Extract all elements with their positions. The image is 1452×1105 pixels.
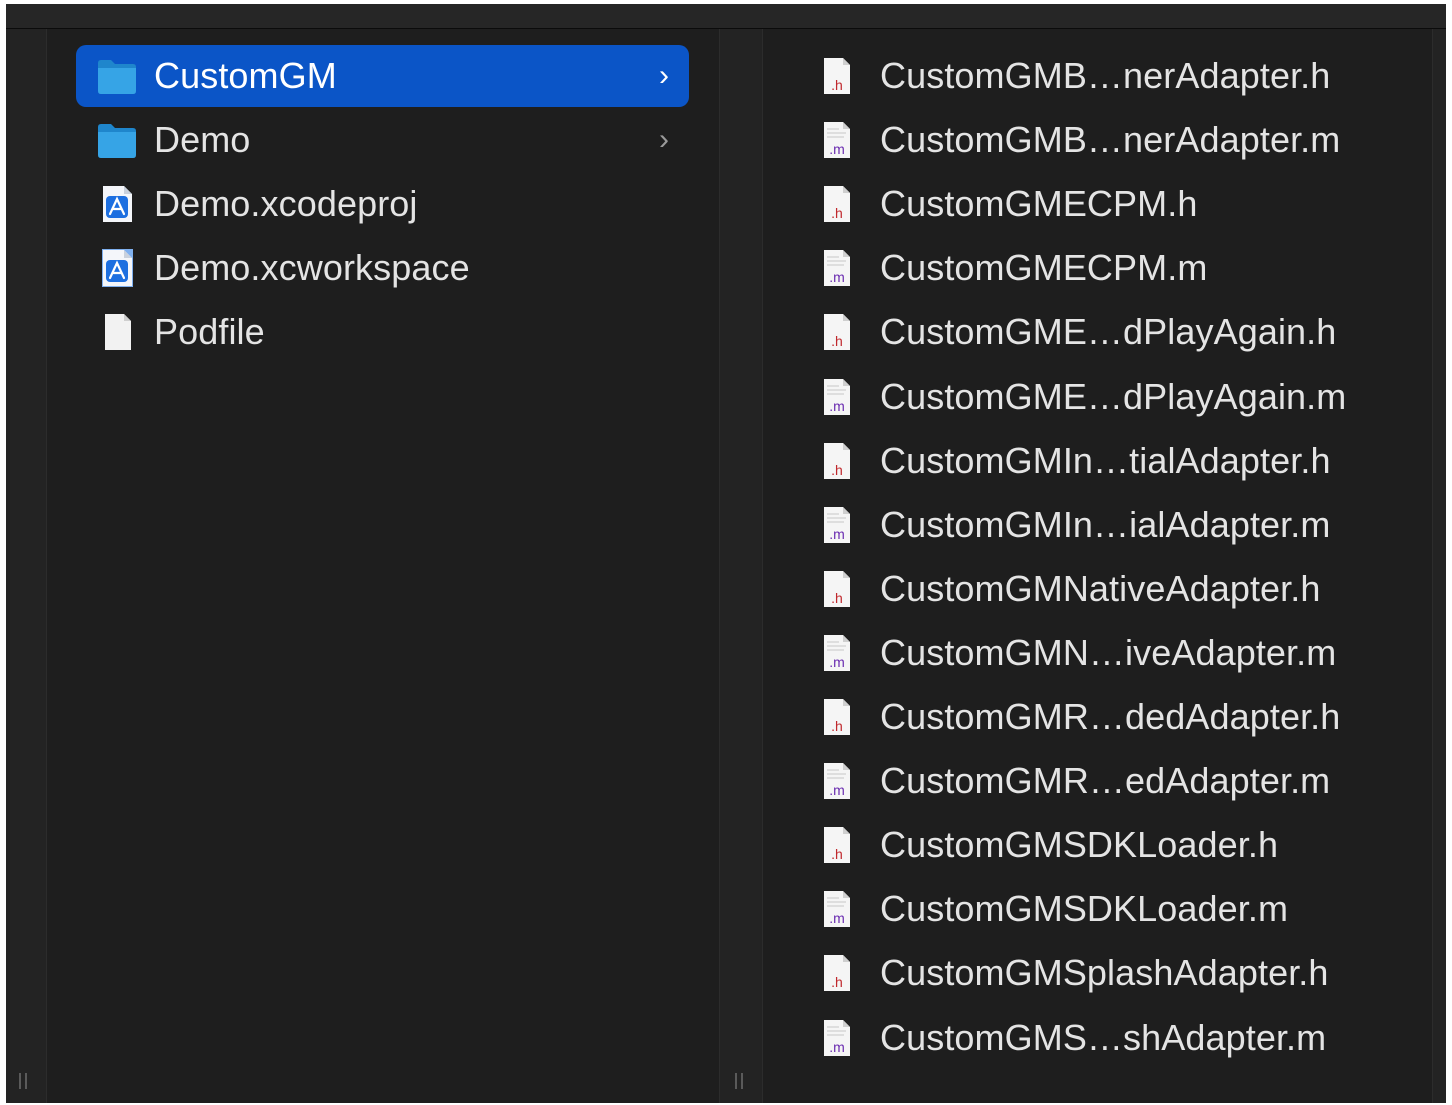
finder-column-view: CustomGM › Demo › Demo.xcodeproj Demo.xcworks… (6, 4, 1446, 1103)
file-name: CustomGMIn…tialAdapter.h (880, 439, 1331, 481)
svg-text:.m: .m (829, 782, 845, 798)
file-name: CustomGMR…edAdapter.m (880, 760, 1331, 802)
svg-text:.h: .h (831, 77, 843, 93)
svg-text:.h: .h (831, 846, 843, 862)
objc-source-file-icon: .m (816, 377, 858, 417)
file-name: CustomGMSDKLoader.m (880, 888, 1289, 930)
svg-text:.h: .h (831, 718, 843, 734)
list-item[interactable]: .h CustomGMSplashAdapter.h (812, 942, 1412, 1004)
file-name: CustomGMB…nerAdapter.h (880, 55, 1331, 96)
column-resize-handle[interactable] (18, 1071, 28, 1091)
svg-text:.m: .m (829, 1039, 845, 1055)
list-item[interactable]: Demo › (76, 109, 689, 171)
list-item[interactable]: .m CustomGMECPM.m (812, 237, 1412, 299)
svg-text:.h: .h (831, 590, 843, 606)
file-name: CustomGM (154, 55, 337, 96)
chevron-right-icon: › (659, 59, 669, 92)
svg-text:.h: .h (831, 974, 843, 990)
column-resize-handle[interactable] (734, 1071, 744, 1091)
svg-text:.m: .m (829, 910, 845, 926)
list-item[interactable]: .h CustomGMSDKLoader.h (812, 814, 1412, 876)
header-file-icon: .h (816, 697, 858, 737)
svg-text:.h: .h (831, 333, 843, 349)
objc-source-file-icon: .m (816, 761, 858, 801)
chevron-right-icon: › (659, 123, 669, 156)
objc-source-file-icon: .m (816, 1018, 858, 1058)
folder-icon (96, 120, 138, 160)
list-item[interactable]: .h CustomGMR…dedAdapter.h (812, 686, 1412, 748)
objc-source-file-icon: .m (816, 889, 858, 929)
svg-text:.m: .m (829, 141, 845, 157)
objc-source-file-icon: .m (816, 633, 858, 673)
list-item[interactable]: .m CustomGMSDKLoader.m (812, 878, 1412, 940)
file-name: Demo.xcworkspace (154, 247, 470, 288)
header-file-icon: .h (816, 56, 858, 96)
header-file-icon: .h (816, 569, 858, 609)
file-name: CustomGME…dPlayAgain.m (880, 375, 1347, 417)
column-gutter-right (1432, 29, 1446, 1103)
list-item[interactable]: .m CustomGMS…shAdapter.m (812, 1007, 1412, 1069)
file-name: CustomGMS…shAdapter.m (880, 1016, 1327, 1058)
svg-text:.m: .m (829, 654, 845, 670)
file-name: CustomGMIn…ialAdapter.m (880, 503, 1331, 545)
file-name: CustomGMSplashAdapter.h (880, 952, 1329, 994)
list-item[interactable]: .h CustomGMNativeAdapter.h (812, 558, 1412, 620)
svg-text:.h: .h (831, 205, 843, 221)
column-gutter (6, 29, 47, 1103)
header-file-icon: .h (816, 312, 858, 352)
column-project-root: CustomGM › Demo › Demo.xcodeproj Demo.xcworks… (47, 29, 718, 1103)
list-item[interactable]: .h CustomGMB…nerAdapter.h (812, 45, 1412, 107)
header-file-icon: .h (816, 441, 858, 481)
list-item[interactable]: Demo.xcworkspace (76, 237, 689, 299)
file-name: CustomGMSDKLoader.h (880, 824, 1279, 866)
column-divider (719, 29, 763, 1103)
file-name: Podfile (154, 311, 265, 352)
svg-text:.m: .m (829, 269, 845, 285)
file-name: CustomGMECPM.m (880, 247, 1208, 289)
folder-icon (96, 56, 138, 96)
list-item[interactable]: .m CustomGMN…iveAdapter.m (812, 622, 1412, 684)
objc-source-file-icon: .m (816, 248, 858, 288)
file-name: CustomGME…dPlayAgain.h (880, 311, 1337, 353)
file-name: Demo.xcodeproj (154, 183, 418, 224)
xcodeproj-icon (96, 184, 138, 224)
file-name: Demo (154, 119, 251, 160)
svg-text:.h: .h (831, 462, 843, 478)
list-item[interactable]: .h CustomGMIn…tialAdapter.h (812, 430, 1412, 492)
file-name: CustomGMR…dedAdapter.h (880, 696, 1341, 737)
file-name: CustomGMNativeAdapter.h (880, 567, 1321, 609)
document-icon (96, 312, 138, 352)
svg-text:.m: .m (829, 526, 845, 542)
list-item[interactable]: .h CustomGMECPM.h (812, 173, 1412, 235)
list-item[interactable]: .m CustomGMR…edAdapter.m (812, 750, 1412, 812)
list-item[interactable]: Podfile (76, 301, 689, 363)
list-item[interactable]: .m CustomGME…dPlayAgain.m (812, 366, 1412, 428)
file-name: CustomGMB…nerAdapter.m (880, 119, 1341, 161)
toolbar-edge (6, 4, 1446, 29)
list-item[interactable]: CustomGM › (76, 45, 689, 107)
list-item[interactable]: Demo.xcodeproj (76, 173, 689, 235)
xcworkspace-icon (96, 248, 138, 288)
objc-source-file-icon: .m (816, 120, 858, 160)
header-file-icon: .h (816, 184, 858, 224)
objc-source-file-icon: .m (816, 505, 858, 545)
file-name: CustomGMN…iveAdapter.m (880, 631, 1337, 673)
header-file-icon: .h (816, 825, 858, 865)
header-file-icon: .h (816, 953, 858, 993)
svg-text:.m: .m (829, 398, 845, 414)
column-customgm-contents: .h CustomGMB…nerAdapter.h .m CustomGMB…nerA… (762, 29, 1432, 1103)
list-item[interactable]: .h CustomGME…dPlayAgain.h (812, 301, 1412, 363)
list-item[interactable]: .m CustomGMIn…ialAdapter.m (812, 494, 1412, 556)
file-name: CustomGMECPM.h (880, 183, 1198, 225)
list-item[interactable]: .m CustomGMB…nerAdapter.m (812, 109, 1412, 171)
